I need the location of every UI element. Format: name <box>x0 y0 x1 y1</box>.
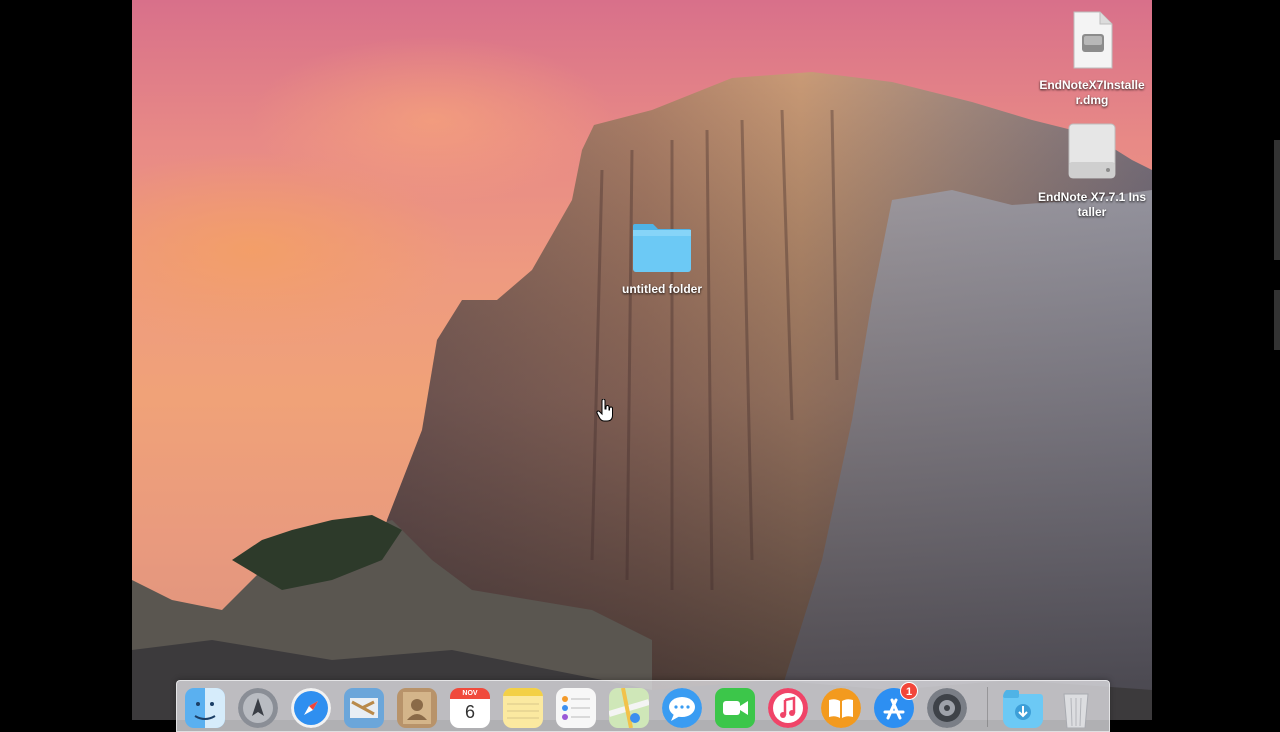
mail-icon <box>344 688 384 728</box>
dock-item-system-preferences[interactable] <box>927 688 967 728</box>
dock-item-app-store[interactable]: 1 <box>874 682 918 728</box>
dock-item-launchpad[interactable] <box>238 688 278 728</box>
desktop-icon-folder[interactable]: untitled folder <box>607 222 717 297</box>
folder-icon <box>607 222 717 278</box>
itunes-icon <box>768 688 808 728</box>
safari-icon <box>291 688 331 728</box>
facetime-icon <box>715 688 755 728</box>
dock-item-safari[interactable] <box>291 688 331 728</box>
desktop-icon-dmg[interactable]: EndNoteX7Installer.dmg <box>1037 10 1147 108</box>
dock: NOV 6 1 <box>176 680 1110 732</box>
messages-icon <box>662 688 702 728</box>
hand-cursor-icon <box>596 399 613 422</box>
desktop-icon-label: EndNoteX7Installer.dmg <box>1039 78 1145 107</box>
screen-border-right <box>1152 0 1280 720</box>
dock-item-ibooks[interactable] <box>821 688 861 728</box>
contacts-icon <box>397 688 437 728</box>
calendar-day: 6 <box>450 699 490 728</box>
dock-item-facetime[interactable] <box>715 688 755 728</box>
trash-icon <box>1063 693 1089 728</box>
dock-item-maps[interactable] <box>609 688 649 728</box>
desktop-icon-label: untitled folder <box>622 282 702 296</box>
wallpaper-half-dome <box>132 72 1152 720</box>
launchpad-icon <box>238 688 278 728</box>
desktop-icon-label: EndNote X7.7.1 Installer <box>1037 190 1147 219</box>
dock-item-mail[interactable] <box>344 688 384 728</box>
dock-item-reminders[interactable] <box>556 688 596 728</box>
mounted-volume-icon <box>1037 122 1147 186</box>
dock-item-finder[interactable] <box>185 688 225 728</box>
maps-icon <box>609 688 649 728</box>
dock-item-notes[interactable] <box>503 688 543 728</box>
app-store-badge: 1 <box>900 682 918 700</box>
disk-image-icon <box>1037 10 1147 74</box>
dock-item-messages[interactable] <box>662 688 702 728</box>
system-preferences-icon <box>927 688 967 728</box>
notes-icon <box>503 688 543 728</box>
dock-separator <box>987 687 988 727</box>
dock-item-calendar[interactable]: NOV 6 <box>450 688 490 728</box>
ibooks-icon <box>821 688 861 728</box>
desktop-icon-volume[interactable]: EndNote X7.7.1 Installer <box>1037 122 1147 220</box>
desktop[interactable]: EndNoteX7Installer.dmg EndNote X7.7.1 In… <box>132 0 1152 720</box>
calendar-month: NOV <box>450 688 490 699</box>
downloads-folder-icon <box>1003 690 1043 728</box>
reminders-icon <box>556 688 596 728</box>
dock-item-downloads[interactable] <box>1003 688 1043 728</box>
dock-item-itunes[interactable] <box>768 688 808 728</box>
dock-item-contacts[interactable] <box>397 688 437 728</box>
dock-item-trash[interactable] <box>1056 688 1096 728</box>
finder-icon <box>185 688 225 728</box>
